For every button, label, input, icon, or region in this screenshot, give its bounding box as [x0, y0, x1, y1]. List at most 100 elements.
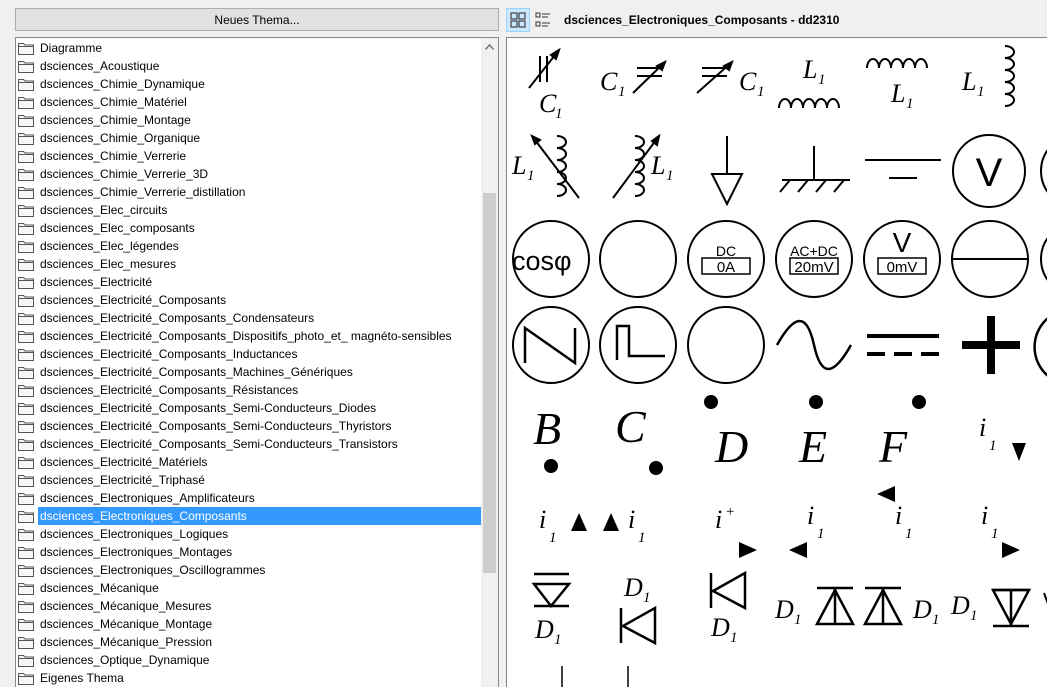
theme-list-item[interactable]: dsciences_Chimie_Verrerie — [16, 147, 483, 165]
theme-list-item[interactable]: dsciences_Electricité_Composants_Semi-Co… — [16, 435, 483, 453]
symbol-sawtooth-generator[interactable] — [512, 306, 590, 384]
symbol-dc-symbol[interactable] — [867, 334, 939, 356]
symbol-variable-capacitor-vertical[interactable] — [528, 47, 561, 89]
theme-list-item[interactable]: dsciences_Elec_composants — [16, 219, 483, 237]
theme-list-item[interactable]: dsciences_Chimie_Montage — [16, 111, 483, 129]
theme-list-item[interactable]: dsciences_Electroniques_Composants — [16, 507, 483, 525]
symbol-inductor-horizontal-top[interactable] — [866, 58, 928, 69]
theme-list-item[interactable]: dsciences_Electricité_Composants — [16, 291, 483, 309]
folder-icon — [18, 222, 34, 235]
new-theme-button[interactable]: Neues Thema... — [15, 8, 499, 31]
label-acdc: AC+DC — [790, 243, 838, 259]
symbol-ac-sine[interactable] — [775, 319, 853, 371]
scroll-up-arrow-icon[interactable] — [481, 38, 498, 55]
theme-list-item[interactable]: dsciences_Electricité — [16, 273, 483, 291]
large-icons-view-button[interactable] — [506, 8, 530, 32]
folder-icon — [18, 438, 34, 451]
theme-label: dsciences_Chimie_Montage — [40, 113, 191, 127]
theme-label: dsciences_Electricité_Triphasé — [40, 473, 205, 487]
folder-icon — [18, 132, 34, 145]
theme-list-item[interactable]: dsciences_Chimie_Verrerie_3D — [16, 165, 483, 183]
theme-label: dsciences_Electricité — [40, 275, 153, 289]
theme-list-item[interactable]: dsciences_Elec_circuits — [16, 201, 483, 219]
symbol-variable-capacitor-left-label[interactable] — [632, 59, 667, 94]
theme-label: Diagramme — [40, 41, 103, 55]
scroll-thumb[interactable] — [483, 193, 496, 573]
theme-list-item[interactable]: dsciences_Electricité_Composants_Condens… — [16, 309, 483, 327]
symbol-variable-capacitor-right-label[interactable] — [696, 59, 734, 94]
theme-list-item[interactable]: dsciences_Mécanique — [16, 579, 483, 597]
theme-list-item[interactable]: dsciences_Electricité_Matériels — [16, 453, 483, 471]
theme-list-item[interactable]: Diagramme — [16, 39, 483, 57]
details-list-icon — [535, 12, 550, 27]
theme-list-item[interactable]: dsciences_Optique_Dynamique — [16, 651, 483, 669]
theme-list-item[interactable]: dsciences_Electroniques_Amplificateurs — [16, 489, 483, 507]
folder-icon — [18, 78, 34, 91]
symbol-partial-circle[interactable] — [1040, 135, 1047, 207]
theme-list-scrollbar[interactable] — [481, 38, 498, 687]
symbol-gallery[interactable]: C 1 C 1 C 1 L 1 L 1 L 1 L 1 L 1 B C D E … — [506, 37, 1047, 687]
label-0a: 0A — [717, 259, 735, 276]
theme-list-item[interactable]: dsciences_Electricité_Composants_Inducta… — [16, 345, 483, 363]
symbol-inductor-horizontal[interactable] — [778, 98, 840, 109]
folder-icon — [18, 60, 34, 73]
theme-label: dsciences_Chimie_Organique — [40, 131, 201, 145]
symbol-ground-arrow[interactable] — [710, 136, 744, 207]
theme-list-item[interactable]: dsciences_Electricité_Composants_Semi-Co… — [16, 399, 483, 417]
arrow-left-icon — [789, 542, 807, 558]
theme-list-item[interactable]: dsciences_Electricité_Composants_Machine… — [16, 363, 483, 381]
label-sub: 1 — [554, 632, 562, 648]
symbol-plus-sign[interactable] — [962, 316, 1020, 374]
symbol-diode-left[interactable] — [619, 605, 657, 646]
folder-icon — [18, 42, 34, 55]
label-20mv: 20mV — [794, 259, 833, 276]
theme-list-item[interactable]: dsciences_Electricité_Composants_Disposi… — [16, 327, 483, 345]
theme-list-item[interactable]: dsciences_Mécanique_Mesures — [16, 597, 483, 615]
symbol-dc-source-lines[interactable] — [865, 159, 941, 179]
theme-list-item[interactable]: dsciences_Chimie_Dynamique — [16, 75, 483, 93]
symbol-partial-circle-2[interactable] — [1040, 223, 1047, 295]
theme-label: dsciences_Chimie_Verrerie_3D — [40, 167, 209, 181]
theme-label: dsciences_Electricité_Matériels — [40, 455, 208, 469]
symbol-circle-horizontal-line[interactable] — [951, 220, 1029, 298]
theme-list[interactable]: Diagramme dsciences_Acoustique dsciences_C… — [15, 37, 499, 687]
label-d: D — [774, 595, 794, 624]
theme-list-item[interactable]: dsciences_Electricité_Triphasé — [16, 471, 483, 489]
theme-list-item[interactable]: dsciences_Chimie_Organique — [16, 129, 483, 147]
theme-list-item[interactable]: dsciences_Electricité_Composants_Résista… — [16, 381, 483, 399]
folder-icon — [18, 402, 34, 415]
folder-icon — [18, 420, 34, 433]
symbol-square-wave-generator[interactable] — [599, 306, 677, 384]
theme-list-item[interactable]: dsciences_Elec_légendes — [16, 237, 483, 255]
theme-list-item[interactable]: Eigenes Thema — [16, 669, 483, 687]
symbol-empty-circle[interactable] — [599, 220, 677, 298]
theme-label: dsciences_Electroniques_Montages — [40, 545, 233, 559]
theme-list-item[interactable]: dsciences_Acoustique — [16, 57, 483, 75]
symbol-zener-up-2[interactable] — [862, 586, 904, 626]
symbol-chassis-ground[interactable] — [779, 146, 850, 193]
folder-icon — [18, 582, 34, 595]
theme-label: dsciences_Acoustique — [40, 59, 160, 73]
symbol-zener-up[interactable] — [814, 586, 856, 626]
theme-list-item[interactable]: dsciences_Chimie_Matériel — [16, 93, 483, 111]
symbol-inductor-vertical[interactable] — [1004, 45, 1015, 107]
theme-list-item[interactable]: dsciences_Mécanique_Pression — [16, 633, 483, 651]
details-view-button[interactable] — [532, 8, 556, 32]
arrow-right-icon-2 — [1002, 542, 1020, 558]
symbol-variable-inductor-left[interactable] — [530, 133, 580, 199]
theme-label: dsciences_Electricité_Composants_Machine… — [40, 365, 353, 379]
theme-list-item[interactable]: dsciences_Electroniques_Montages — [16, 543, 483, 561]
label-sub: 1 — [977, 84, 985, 100]
label-l: L — [511, 151, 526, 180]
symbol-diode-down[interactable] — [531, 572, 572, 609]
theme-list-item[interactable]: dsciences_Elec_mesures — [16, 255, 483, 273]
symbol-diode-left-top[interactable] — [709, 570, 747, 611]
theme-list-item[interactable]: dsciences_Electricité_Composants_Semi-Co… — [16, 417, 483, 435]
symbol-circle-large[interactable] — [687, 306, 765, 384]
theme-list-item[interactable]: dsciences_Electroniques_Logiques — [16, 525, 483, 543]
theme-list-item[interactable]: dsciences_Electroniques_Oscillogrammes — [16, 561, 483, 579]
symbol-zener-down[interactable] — [990, 588, 1032, 628]
theme-list-item[interactable]: dsciences_Mécanique_Montage — [16, 615, 483, 633]
theme-list-item[interactable]: dsciences_Chimie_Verrerie_distillation — [16, 183, 483, 201]
symbol-partial-circle-3[interactable] — [1033, 317, 1047, 377]
